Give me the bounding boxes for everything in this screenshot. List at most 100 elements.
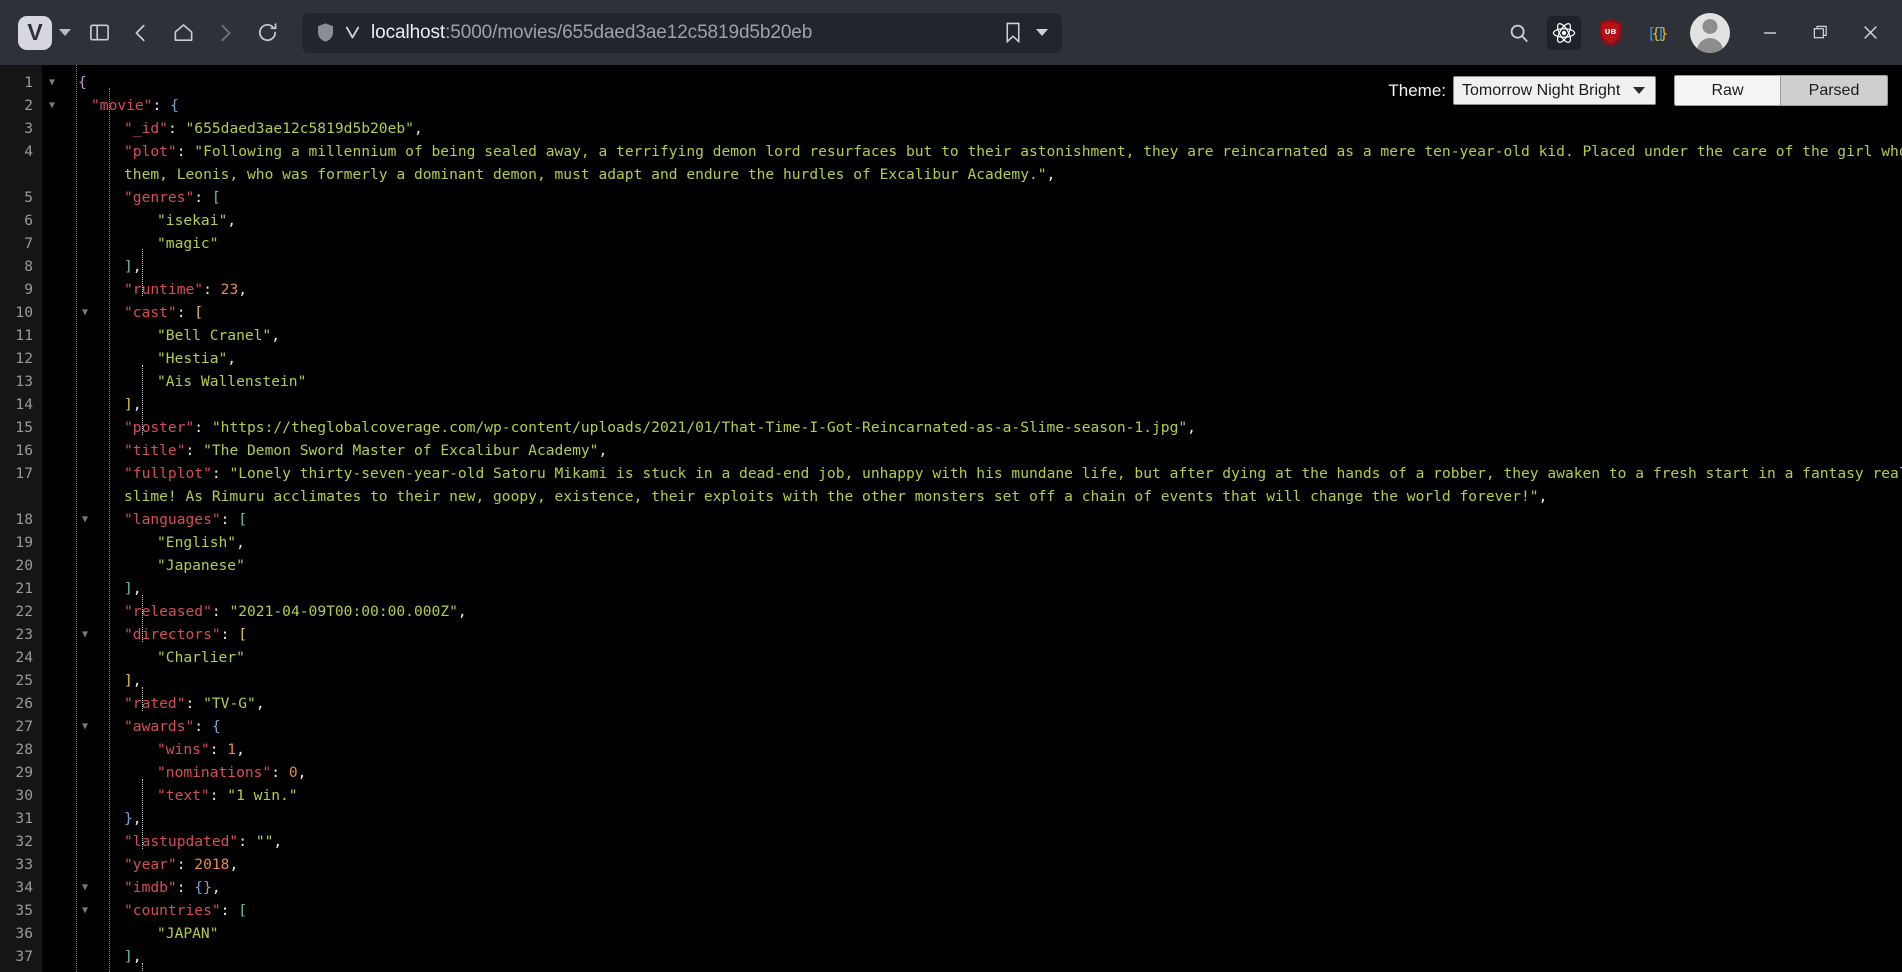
indent-guide [142, 249, 143, 296]
json-line-content: }, [124, 810, 142, 827]
line-number: 35 [0, 899, 42, 922]
json-line: 11 "Bell Cranel", [0, 324, 1902, 347]
raw-button[interactable]: Raw [1675, 76, 1781, 105]
json-line-content: "runtime": 23, [124, 281, 248, 298]
line-number: 23 [0, 623, 42, 646]
line-number: 36 [0, 922, 42, 945]
line-spacer [108, 370, 128, 393]
json-line: 33 "year": 2018, [0, 853, 1902, 876]
json-line: 32 "lastupdated": "", [0, 830, 1902, 853]
json-viewer-icon[interactable]: { [] } [1639, 16, 1673, 50]
json-line-content: ], [124, 948, 142, 965]
maximize-button[interactable] [1796, 11, 1844, 55]
json-line-content: "Hestia", [157, 350, 237, 367]
json-line: 38 "type": "ANIME", [0, 968, 1902, 972]
theme-select[interactable]: Tomorrow Night Bright [1453, 76, 1656, 105]
line-spacer [75, 945, 95, 968]
json-line-content: "isekai", [157, 212, 237, 229]
address-bar[interactable]: localhost:5000/movies/655daed3ae12c5819d… [302, 12, 1062, 53]
minimize-button[interactable] [1746, 11, 1794, 55]
json-line-content: "poster": "https://theglobalcoverage.com… [124, 419, 1196, 436]
json-line: 16 "title": "The Demon Sword Master of Ex… [0, 439, 1902, 462]
json-line: 26 "rated": "TV-G", [0, 692, 1902, 715]
collapse-triangle-icon[interactable]: ▼ [75, 715, 95, 738]
home-button[interactable] [162, 12, 204, 54]
line-number: 16 [0, 439, 42, 462]
line-number: 30 [0, 784, 42, 807]
json-line-content: "year": 2018, [124, 856, 239, 873]
json-line-content: "Japanese" [157, 557, 245, 574]
avatar[interactable] [1690, 12, 1730, 53]
json-line-content: "imdb": {}, [124, 879, 221, 896]
reload-button[interactable] [246, 12, 288, 54]
collapse-triangle-icon[interactable]: ▼ [75, 301, 95, 324]
chevron-down-icon [59, 29, 71, 36]
bookmark-icon[interactable] [1004, 22, 1022, 43]
line-spacer [108, 922, 128, 945]
line-spacer [75, 669, 95, 692]
theme-select-wrapper: Tomorrow Night Bright [1453, 76, 1656, 105]
line-number: 11 [0, 324, 42, 347]
browser-toolbar: V localhost:5000/movies/655daed3ae12c581… [0, 0, 1902, 65]
collapse-triangle-icon[interactable]: ▼ [75, 899, 95, 922]
json-line: 31}, [0, 807, 1902, 830]
line-spacer [108, 209, 128, 232]
collapse-triangle-icon[interactable]: ▼ [75, 876, 95, 899]
collapse-triangle-icon[interactable]: ▼ [42, 71, 62, 94]
vivaldi-menu-caret[interactable] [52, 12, 78, 54]
line-number: 14 [0, 393, 42, 416]
json-line-content: "directors": [ [124, 626, 248, 643]
json-line: 24 "Charlier" [0, 646, 1902, 669]
collapse-triangle-icon[interactable]: ▼ [75, 623, 95, 646]
collapse-triangle-icon[interactable]: ▼ [42, 94, 62, 117]
json-line-content: them, Leonis, who was formerly a dominan… [124, 166, 1056, 183]
json-line: 21], [0, 577, 1902, 600]
back-button[interactable] [120, 12, 162, 54]
line-spacer [108, 784, 128, 807]
vivaldi-logo-letter: V [27, 19, 43, 45]
line-number: 10 [0, 301, 42, 324]
line-number: 18 [0, 508, 42, 531]
line-number: 4 [0, 140, 42, 163]
json-viewer-page: Theme: Tomorrow Night Bright Raw Parsed … [0, 65, 1902, 972]
collapse-triangle-icon[interactable]: ▼ [75, 508, 95, 531]
url-dropdown-icon[interactable] [1036, 29, 1048, 36]
view-mode-toggle: Raw Parsed [1674, 75, 1888, 106]
line-number: 3 [0, 117, 42, 140]
indent-guide [142, 365, 143, 435]
vivaldi-menu-button[interactable]: V [18, 15, 52, 50]
json-line: 14], [0, 393, 1902, 416]
line-spacer [75, 439, 95, 462]
parsed-button[interactable]: Parsed [1781, 76, 1887, 105]
json-line: 8], [0, 255, 1902, 278]
json-line-content: "text": "1 win." [157, 787, 298, 804]
react-devtools-icon[interactable] [1547, 15, 1581, 50]
json-line: 27 ▼ "awards": { [0, 715, 1902, 738]
forward-button[interactable] [204, 12, 246, 54]
close-button[interactable] [1846, 11, 1894, 55]
indent-guide [142, 595, 143, 642]
svg-text:ᴜʙ: ᴜʙ [1604, 26, 1616, 37]
line-number [0, 163, 42, 186]
json-line-content: "fullplot": "Lonely thirty-seven-year-ol… [124, 465, 1902, 482]
ublock-origin-icon[interactable]: ᴜʙ [1593, 16, 1627, 50]
line-spacer [108, 324, 128, 347]
json-line-content: "languages": [ [124, 511, 248, 528]
line-number [0, 485, 42, 508]
theme-label: Theme: [1388, 80, 1446, 100]
line-number: 13 [0, 370, 42, 393]
json-line: 7 "magic" [0, 232, 1902, 255]
line-spacer [108, 232, 128, 255]
line-number: 32 [0, 830, 42, 853]
json-line: 12 "Hestia", [0, 347, 1902, 370]
panel-toggle-button[interactable] [78, 12, 120, 54]
search-icon[interactable] [1498, 12, 1540, 54]
svg-text:}: } [1659, 24, 1668, 42]
json-line-content: "awards": { [124, 718, 221, 735]
line-number: 7 [0, 232, 42, 255]
json-line-content: "Bell Cranel", [157, 327, 281, 344]
line-number: 31 [0, 807, 42, 830]
json-line: 20 "Japanese" [0, 554, 1902, 577]
json-line-content: "Ais Wallenstein" [157, 373, 307, 390]
vivaldi-site-icon [344, 24, 361, 41]
